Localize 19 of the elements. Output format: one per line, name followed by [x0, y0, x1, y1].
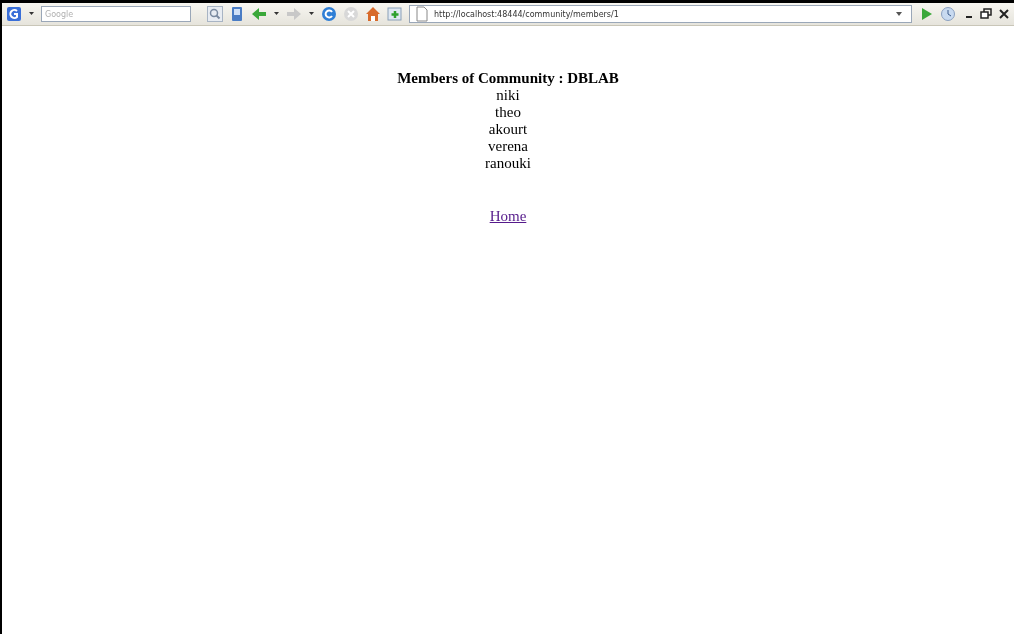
- page-heading: Members of Community : DBLAB: [397, 70, 619, 87]
- google-logo-icon[interactable]: [6, 6, 22, 22]
- member-name: theo: [495, 104, 521, 121]
- add-tab-icon[interactable]: [387, 6, 403, 22]
- search-icon[interactable]: [207, 6, 223, 22]
- address-field[interactable]: http://localhost:48444/community/members/1: [409, 5, 912, 23]
- member-name: verena: [488, 138, 528, 155]
- search-field[interactable]: Google: [41, 6, 191, 22]
- home-link[interactable]: Home: [489, 208, 527, 225]
- clock-icon[interactable]: [940, 6, 956, 22]
- refresh-icon[interactable]: [321, 6, 337, 22]
- restore-icon[interactable]: [980, 6, 992, 22]
- page-icon: [414, 6, 430, 22]
- bookmark-icon[interactable]: [229, 6, 245, 22]
- member-name: ranouki: [485, 155, 531, 172]
- home-icon[interactable]: [365, 6, 381, 22]
- member-name: niki: [496, 87, 520, 104]
- member-name: akourt: [488, 121, 528, 138]
- back-arrow-icon[interactable]: [251, 6, 267, 22]
